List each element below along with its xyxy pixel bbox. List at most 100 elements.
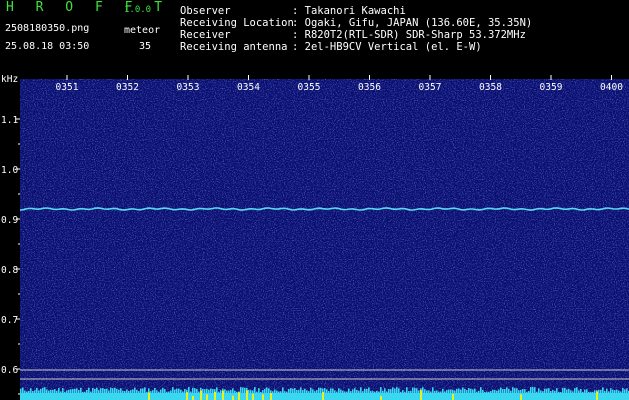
echo-band-spike (372, 391, 374, 394)
echo-band-spike (48, 390, 50, 394)
echo-peak (520, 394, 522, 400)
echo-band-spike (396, 387, 398, 394)
echo-band-spike (254, 387, 256, 394)
echo-band-spike (58, 387, 60, 394)
echo-band-spike (348, 388, 350, 394)
echo-band-spike (544, 388, 546, 394)
header-panel: H R O F F T 1.0.0 2508180350.png 25.08.1… (0, 0, 629, 75)
echo-band-spike (92, 388, 94, 394)
echo-band-spike (228, 390, 230, 394)
file-name: 2508180350.png (5, 23, 90, 34)
echo-band-spike (430, 391, 432, 394)
echo-band-spike (622, 387, 624, 394)
echo-band-spike (576, 387, 578, 394)
echo-band-spike (428, 390, 430, 394)
echo-band-spike (522, 389, 524, 394)
echo-band-spike (296, 390, 298, 394)
y-tick-label: 0.9 (1, 215, 18, 226)
echo-band-spike (490, 390, 492, 394)
echo-band-spike (298, 389, 300, 394)
echo-band-spike (210, 388, 212, 394)
echo-band-spike (122, 390, 124, 394)
echo-band-spike (54, 389, 56, 394)
echo-band-spike (330, 388, 332, 394)
echo-peak (206, 394, 208, 400)
echo-band-spike (218, 391, 220, 394)
echo-band-spike (556, 388, 558, 394)
echo-band-spike (310, 387, 312, 394)
echo-band-spike (152, 390, 154, 394)
echo-band-spike (166, 391, 168, 394)
echo-band-spike (424, 389, 426, 394)
echo-band-spike (340, 389, 342, 394)
echo-peak (214, 391, 216, 400)
echo-band-spike (388, 389, 390, 394)
echo-band-spike (608, 391, 610, 394)
echo-band-spike (332, 388, 334, 394)
echo-band-spike (426, 390, 428, 394)
echo-band-spike (250, 390, 252, 394)
echo-band-spike (466, 390, 468, 394)
echo-band-spike (290, 388, 292, 394)
echo-band-spike (554, 390, 556, 394)
echo-band-spike (414, 387, 416, 394)
echo-band-spike (456, 388, 458, 394)
echo-band-spike (248, 389, 250, 394)
echo-band-spike (28, 390, 30, 394)
echo-band-spike (486, 391, 488, 394)
echo-band-spike (242, 387, 244, 394)
echo-band-spike (416, 388, 418, 394)
echo-band-spike (38, 390, 40, 394)
echo-band-spike (32, 391, 34, 394)
echo-band-spike (382, 390, 384, 394)
echo-band-spike (520, 389, 522, 394)
echo-band-spike (546, 388, 548, 394)
echo-peak (186, 392, 188, 400)
echo-band-spike (450, 389, 452, 394)
echo-band-spike (468, 387, 470, 394)
observer-value: : Takanori Kawachi (292, 5, 406, 17)
echo-band-spike (128, 390, 130, 394)
echo-band-spike (458, 388, 460, 394)
echo-band-spike (616, 389, 618, 394)
observer-label: Observer (180, 5, 231, 17)
echo-band-spike (404, 391, 406, 394)
echo-band-spike (502, 388, 504, 394)
echo-band-spike (106, 388, 108, 394)
echo-band-spike (272, 391, 274, 394)
echo-band-spike (594, 390, 596, 394)
echo-band-spike (266, 387, 268, 394)
echo-band-spike (124, 390, 126, 394)
echo-band-spike (76, 388, 78, 394)
echo-band-spike (204, 389, 206, 394)
echo-band-spike (320, 387, 322, 394)
location-label: Receiving Location (180, 17, 294, 29)
echo-band-spike (258, 388, 260, 394)
echo-band-spike (406, 387, 408, 394)
echo-band-spike (476, 391, 478, 394)
echo-band-spike (568, 388, 570, 394)
echo-band-spike (602, 387, 604, 394)
echo-band-spike (334, 390, 336, 394)
echo-band-spike (26, 391, 28, 394)
echo-band-spike (44, 387, 46, 394)
echo-band-spike (412, 387, 414, 394)
echo-band-spike (288, 389, 290, 394)
echo-band-spike (150, 391, 152, 394)
echo-band-spike (604, 391, 606, 394)
y-tick-label: 0.6 (1, 365, 18, 376)
echo-band-spike (530, 387, 532, 394)
echo-band-spike (276, 390, 278, 394)
echo-band-spike (226, 390, 228, 394)
echo-band-spike (350, 391, 352, 394)
echo-band-spike (454, 390, 456, 394)
echo-band-spike (176, 388, 178, 394)
echo-band-spike (138, 391, 140, 394)
echo-peak (322, 392, 324, 400)
echo-band-spike (194, 388, 196, 394)
echo-band-spike (52, 389, 54, 394)
echo-band-spike (562, 388, 564, 394)
echo-band-spike (240, 387, 242, 394)
echo-band-spike (542, 391, 544, 394)
echo-band-spike (154, 387, 156, 394)
